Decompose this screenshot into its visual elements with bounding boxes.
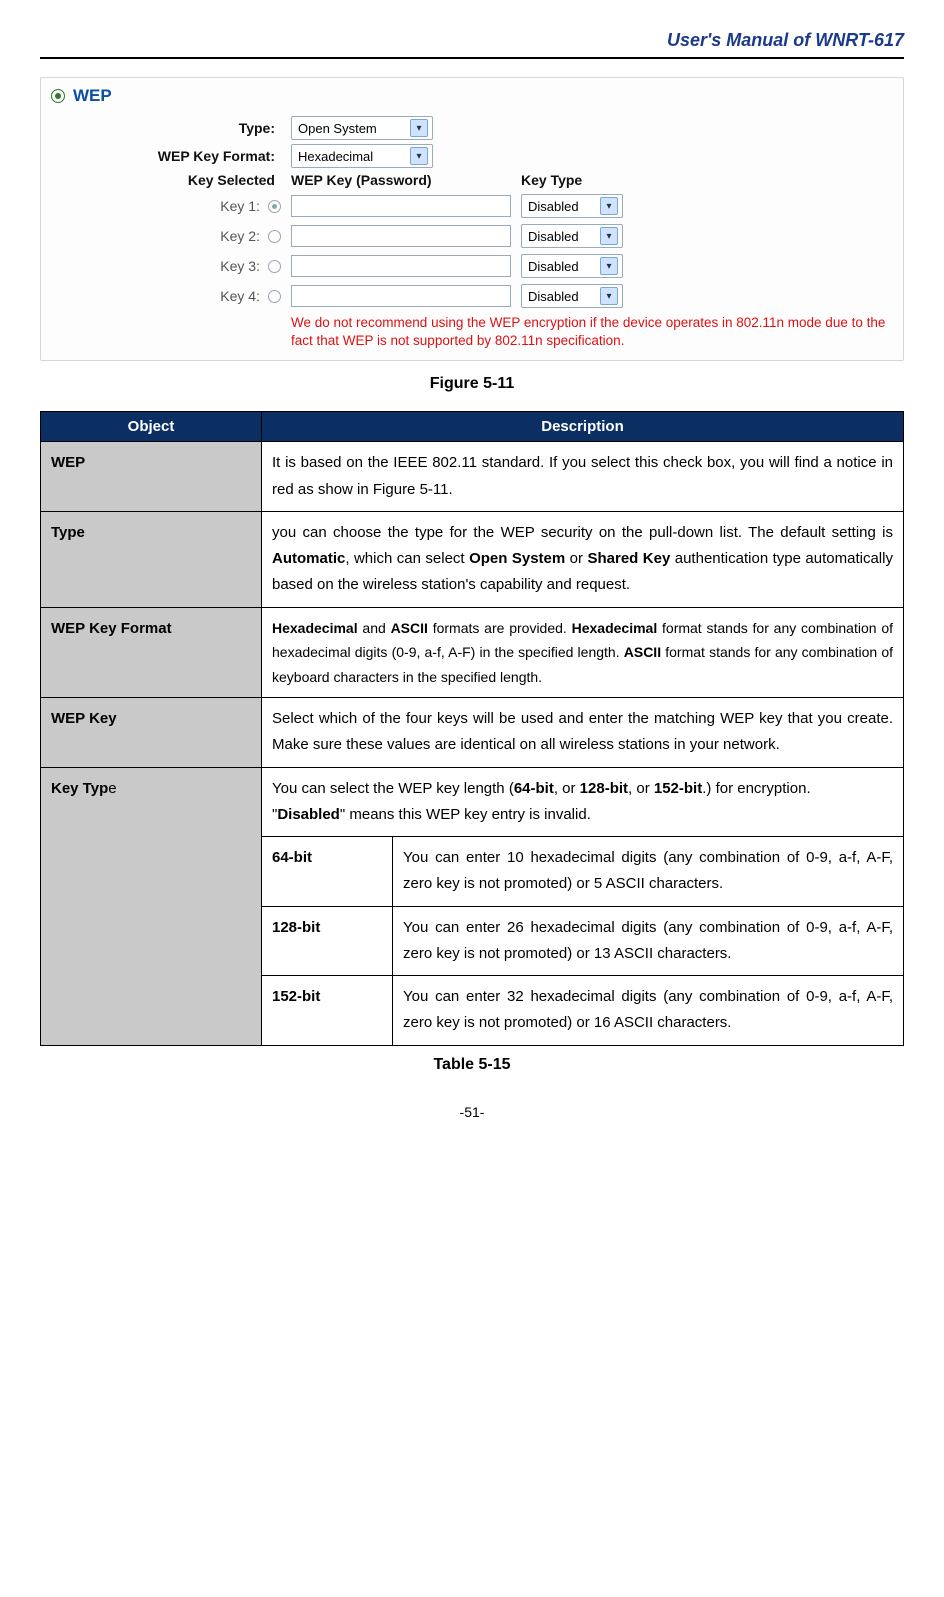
label-format: WEP Key Format: <box>51 148 281 164</box>
col-key-selected: Key Selected <box>51 172 281 188</box>
chevron-down-icon: ▾ <box>600 287 618 305</box>
sub-152bit-label: 152-bit <box>262 976 393 1046</box>
th-object: Object <box>41 412 262 442</box>
key4-radio[interactable] <box>268 290 281 303</box>
key-row-1: Key 1: Disabled ▾ <box>51 194 893 218</box>
desc-keytype-main: You can select the WEP key length (64-bi… <box>262 767 904 837</box>
key1-type-value: Disabled <box>528 199 579 214</box>
table-row: Key Type You can select the WEP key leng… <box>41 767 904 837</box>
select-type[interactable]: Open System ▾ <box>291 116 433 140</box>
obj-wep: WEP <box>41 442 262 512</box>
key-row-3: Key 3: Disabled ▾ <box>51 254 893 278</box>
table-row: WEP Key Select which of the four keys wi… <box>41 698 904 768</box>
col-key-type: Key Type <box>521 172 641 188</box>
obj-type: Type <box>41 511 262 607</box>
wep-radio-icon[interactable] <box>51 89 65 103</box>
chevron-down-icon: ▾ <box>600 257 618 275</box>
wep-section-title: WEP <box>73 86 112 106</box>
key2-input[interactable] <box>291 225 511 247</box>
sub-128bit-desc: You can enter 26 hexadecimal digits (any… <box>393 906 904 976</box>
chevron-down-icon: ▾ <box>600 227 618 245</box>
wep-warning-text: We do not recommend using the WEP encryp… <box>291 314 893 350</box>
key2-type-select[interactable]: Disabled ▾ <box>521 224 623 248</box>
figure-caption: Figure 5-11 <box>40 375 904 393</box>
header-rule <box>40 57 904 59</box>
desc-wep: It is based on the IEEE 802.11 standard.… <box>262 442 904 512</box>
key-row-2: Key 2: Disabled ▾ <box>51 224 893 248</box>
key1-type-select[interactable]: Disabled ▾ <box>521 194 623 218</box>
desc-wepkey: Select which of the four keys will be us… <box>262 698 904 768</box>
doc-header-title: User's Manual of WNRT-617 <box>40 30 904 51</box>
th-description: Description <box>262 412 904 442</box>
col-wep-key: WEP Key (Password) <box>291 172 511 188</box>
chevron-down-icon: ▾ <box>410 147 428 165</box>
wep-config-panel: WEP Type: Open System ▾ WEP Key Format: … <box>40 77 904 361</box>
chevron-down-icon: ▾ <box>410 119 428 137</box>
wep-section-header: WEP <box>51 86 893 106</box>
select-format[interactable]: Hexadecimal ▾ <box>291 144 433 168</box>
desc-format: Hexadecimal and ASCII formats are provid… <box>262 607 904 698</box>
sub-128bit-label: 128-bit <box>262 906 393 976</box>
key3-input[interactable] <box>291 255 511 277</box>
key1-input[interactable] <box>291 195 511 217</box>
table-row: WEP Key Format Hexadecimal and ASCII for… <box>41 607 904 698</box>
page-number: -51- <box>40 1104 904 1120</box>
select-format-value: Hexadecimal <box>298 149 373 164</box>
description-table: Object Description WEP It is based on th… <box>40 411 904 1045</box>
key4-type-select[interactable]: Disabled ▾ <box>521 284 623 308</box>
chevron-down-icon: ▾ <box>600 197 618 215</box>
key-columns-header: Key Selected WEP Key (Password) Key Type <box>51 172 893 188</box>
key1-label: Key 1: <box>220 198 260 214</box>
label-type: Type: <box>51 120 281 136</box>
table-caption: Table 5-15 <box>40 1056 904 1074</box>
key3-type-select[interactable]: Disabled ▾ <box>521 254 623 278</box>
desc-type: you can choose the type for the WEP secu… <box>262 511 904 607</box>
obj-keytype: Key Type <box>41 767 262 1045</box>
key2-radio[interactable] <box>268 230 281 243</box>
key4-label: Key 4: <box>220 288 260 304</box>
key2-type-value: Disabled <box>528 229 579 244</box>
key-row-4: Key 4: Disabled ▾ <box>51 284 893 308</box>
sub-64bit-label: 64-bit <box>262 837 393 907</box>
sub-64bit-desc: You can enter 10 hexadecimal digits (any… <box>393 837 904 907</box>
key1-radio[interactable] <box>268 200 281 213</box>
key4-type-value: Disabled <box>528 289 579 304</box>
key3-label: Key 3: <box>220 258 260 274</box>
row-type: Type: Open System ▾ <box>51 116 893 140</box>
sub-152bit-desc: You can enter 32 hexadecimal digits (any… <box>393 976 904 1046</box>
key2-label: Key 2: <box>220 228 260 244</box>
key3-type-value: Disabled <box>528 259 579 274</box>
obj-wepkey: WEP Key <box>41 698 262 768</box>
select-type-value: Open System <box>298 121 377 136</box>
table-row: Type you can choose the type for the WEP… <box>41 511 904 607</box>
obj-format: WEP Key Format <box>41 607 262 698</box>
row-format: WEP Key Format: Hexadecimal ▾ <box>51 144 893 168</box>
key3-radio[interactable] <box>268 260 281 273</box>
key4-input[interactable] <box>291 285 511 307</box>
table-row: WEP It is based on the IEEE 802.11 stand… <box>41 442 904 512</box>
